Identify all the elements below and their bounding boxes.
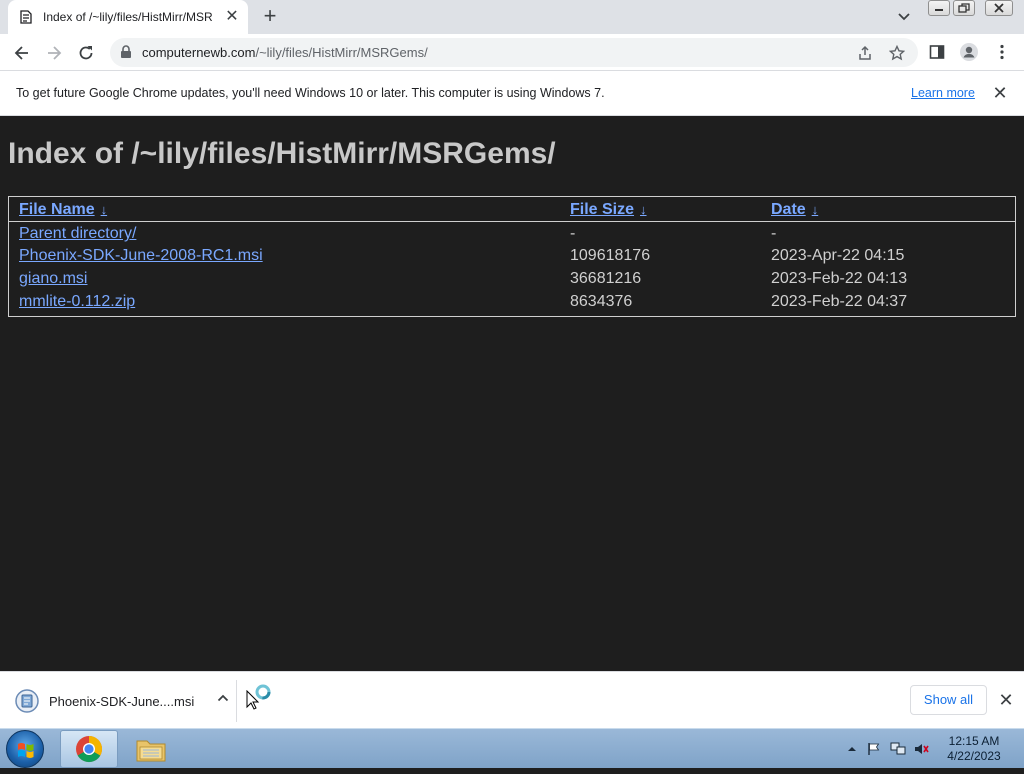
table-row: Parent directory/ - - — [9, 221, 1015, 244]
download-bar: Phoenix-SDK-June....msi Show all ✕ — [0, 671, 1024, 728]
column-header-name: File Name ↓ — [9, 197, 560, 222]
download-filename: Phoenix-SDK-June....msi — [49, 693, 195, 709]
update-infobar: To get future Google Chrome updates, you… — [0, 71, 1024, 116]
show-all-downloads-button[interactable]: Show all — [910, 685, 987, 715]
folder-icon — [136, 740, 166, 762]
file-size: 109618176 — [570, 246, 651, 264]
tab-search-chevron-icon[interactable] — [894, 8, 914, 26]
restore-button[interactable] — [953, 0, 975, 16]
table-row: mmlite-0.112.zip 8634376 2023-Feb-22 04:… — [9, 290, 1015, 313]
profile-avatar-icon[interactable] — [959, 42, 979, 62]
browser-toolbar: computernewb.com/~lily/files/HistMirr/MS… — [0, 34, 1024, 71]
action-center-flag-icon[interactable] — [866, 741, 882, 757]
sort-by-size-link[interactable]: File Size — [570, 201, 634, 218]
windows-taskbar: 12:15 AM 4/22/2023 — [0, 728, 1024, 768]
sort-by-date-link[interactable]: Date — [771, 201, 806, 218]
taskbar-explorer-button[interactable] — [122, 730, 180, 768]
column-header-size: File Size ↓ — [560, 197, 761, 222]
side-panel-icon[interactable] — [927, 42, 947, 62]
file-size: 8634376 — [570, 292, 633, 310]
forward-button[interactable] — [41, 40, 67, 66]
windows-logo-icon — [18, 743, 34, 758]
share-icon[interactable] — [856, 44, 874, 62]
mouse-cursor-icon — [246, 689, 260, 715]
reload-icon — [79, 46, 93, 60]
network-icon[interactable] — [890, 741, 906, 757]
file-size: 36681216 — [570, 269, 642, 287]
start-button[interactable] — [6, 730, 44, 768]
url-path: /~lily/files/HistMirr/MSRGems/ — [255, 45, 428, 60]
file-date: 2023-Feb-22 04:37 — [771, 292, 908, 310]
file-size: - — [570, 225, 576, 243]
installer-file-icon — [15, 689, 39, 713]
clock-date: 4/22/2023 — [947, 749, 1001, 763]
table-row: Phoenix-SDK-June-2008-RC1.msi 109618176 … — [9, 244, 1015, 267]
file-link[interactable]: giano.msi — [19, 270, 87, 287]
volume-muted-icon[interactable] — [914, 741, 930, 757]
column-header-date: Date ↓ — [761, 197, 1015, 222]
file-date: - — [771, 225, 777, 243]
url-text[interactable]: computernewb.com/~lily/files/HistMirr/MS… — [142, 45, 428, 60]
tab-strip: Index of /~lily/files/HistMirr/MSR ✕ + — [0, 0, 1024, 34]
sort-by-name-link[interactable]: File Name — [19, 201, 95, 218]
page-title: Index of /~lily/files/HistMirr/MSRGems/ — [8, 137, 556, 170]
infobar-message: To get future Google Chrome updates, you… — [16, 86, 605, 100]
parent-directory-link[interactable]: Parent directory/ — [19, 225, 136, 242]
chrome-icon — [76, 735, 103, 763]
reload-button[interactable] — [73, 40, 99, 66]
back-button[interactable] — [9, 40, 35, 66]
address-bar[interactable]: computernewb.com/~lily/files/HistMirr/MS… — [110, 38, 918, 67]
download-separator — [236, 680, 237, 722]
taskbar-chrome-button[interactable] — [60, 730, 118, 768]
download-bar-close-icon[interactable]: ✕ — [996, 688, 1016, 712]
show-hidden-icons-icon[interactable] — [844, 741, 860, 757]
forward-arrow-icon — [48, 46, 62, 60]
browser-tab[interactable]: Index of /~lily/files/HistMirr/MSR ✕ — [8, 0, 248, 34]
url-host: computernewb.com — [142, 45, 256, 60]
file-link[interactable]: mmlite-0.112.zip — [19, 293, 135, 310]
sort-arrow-icon[interactable]: ↓ — [101, 202, 108, 217]
download-item[interactable]: Phoenix-SDK-June....msi — [14, 686, 236, 716]
file-table: File Name ↓ File Size ↓ Date ↓ Parent direc… — [9, 197, 1015, 313]
close-window-button[interactable] — [985, 0, 1013, 16]
file-date: 2023-Feb-22 04:13 — [771, 269, 908, 287]
tab-title: Index of /~lily/files/HistMirr/MSR — [43, 10, 213, 24]
table-row: giano.msi 36681216 2023-Feb-22 04:13 — [9, 267, 1015, 290]
lock-icon[interactable] — [120, 45, 132, 64]
page-content: Index of /~lily/files/HistMirr/MSRGems/ … — [0, 116, 1024, 671]
infobar-close-icon[interactable]: ✕ — [990, 83, 1010, 103]
minimize-button[interactable] — [928, 0, 950, 16]
back-arrow-icon — [14, 46, 28, 60]
table-header-row: File Name ↓ File Size ↓ Date ↓ — [9, 197, 1015, 222]
learn-more-link[interactable]: Learn more — [911, 86, 975, 100]
file-link[interactable]: Phoenix-SDK-June-2008-RC1.msi — [19, 247, 263, 264]
system-clock[interactable]: 12:15 AM 4/22/2023 — [934, 734, 1014, 764]
menu-kebab-icon[interactable] — [992, 42, 1012, 62]
tab-close-icon[interactable]: ✕ — [224, 9, 240, 25]
file-date: 2023-Apr-22 04:15 — [771, 246, 905, 264]
clock-time: 12:15 AM — [948, 734, 1000, 748]
file-listing: File Name ↓ File Size ↓ Date ↓ Parent direc… — [8, 196, 1016, 317]
bookmark-star-icon[interactable] — [888, 44, 906, 62]
sort-arrow-icon[interactable]: ↓ — [812, 202, 819, 217]
sort-arrow-icon[interactable]: ↓ — [640, 202, 647, 217]
new-tab-button[interactable]: + — [258, 5, 282, 29]
page-favicon-icon — [18, 9, 34, 25]
download-options-chevron-icon[interactable] — [217, 692, 229, 706]
